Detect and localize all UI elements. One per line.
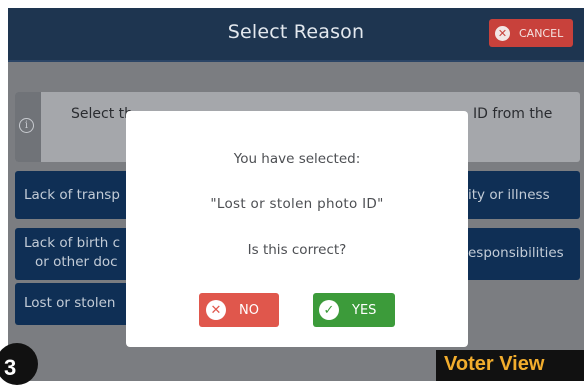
no-button-label: NO [239,302,259,318]
reason-lack-of-birth-certificate[interactable]: Lack of birth c or other doc [15,228,135,280]
reason-lost-or-stolen-photo-id[interactable]: Lost or stolen [15,283,135,325]
header-bar: Select Reason ✕ CANCEL [8,8,584,62]
check-circle-icon: ✓ [319,300,339,320]
reason-label: Lack of transp [24,187,120,203]
reason-disability-or-illness[interactable]: ity or illness [464,171,580,219]
instruction-text-left: Select th [71,106,134,122]
no-button[interactable]: ✕ NO [199,293,279,327]
dialog-heading: You have selected: [233,151,361,167]
reason-lack-of-transportation[interactable]: Lack of transp [15,171,135,219]
reason-label: Lost or stolen [24,295,116,311]
reason-label: or other doc [35,254,118,270]
info-icon: i [19,118,34,133]
yes-button[interactable]: ✓ YES [313,293,395,327]
reason-label: Lack of birth c [24,235,121,251]
close-circle-icon: ✕ [495,25,510,41]
confirmation-dialog: You have selected: "Lost or stolen photo… [126,111,468,347]
reason-family-responsibilities[interactable]: esponsibilities [464,228,580,280]
app-window: Select Reason ✕ CANCEL i Select th ID fr… [8,8,584,381]
instruction-text-right: ID from the [473,106,553,122]
yes-button-label: YES [352,302,377,318]
cancel-button-label: CANCEL [519,26,564,40]
reason-label: esponsibilities [468,245,564,261]
cancel-button[interactable]: ✕ CANCEL [489,19,573,47]
selected-reason-text: "Lost or stolen photo ID" [210,196,384,212]
close-circle-icon: ✕ [206,300,226,320]
info-bar: i [15,92,41,162]
view-label: Voter View [436,350,584,381]
reason-label: ity or illness [468,187,550,203]
confirm-question: Is this correct? [247,242,347,258]
